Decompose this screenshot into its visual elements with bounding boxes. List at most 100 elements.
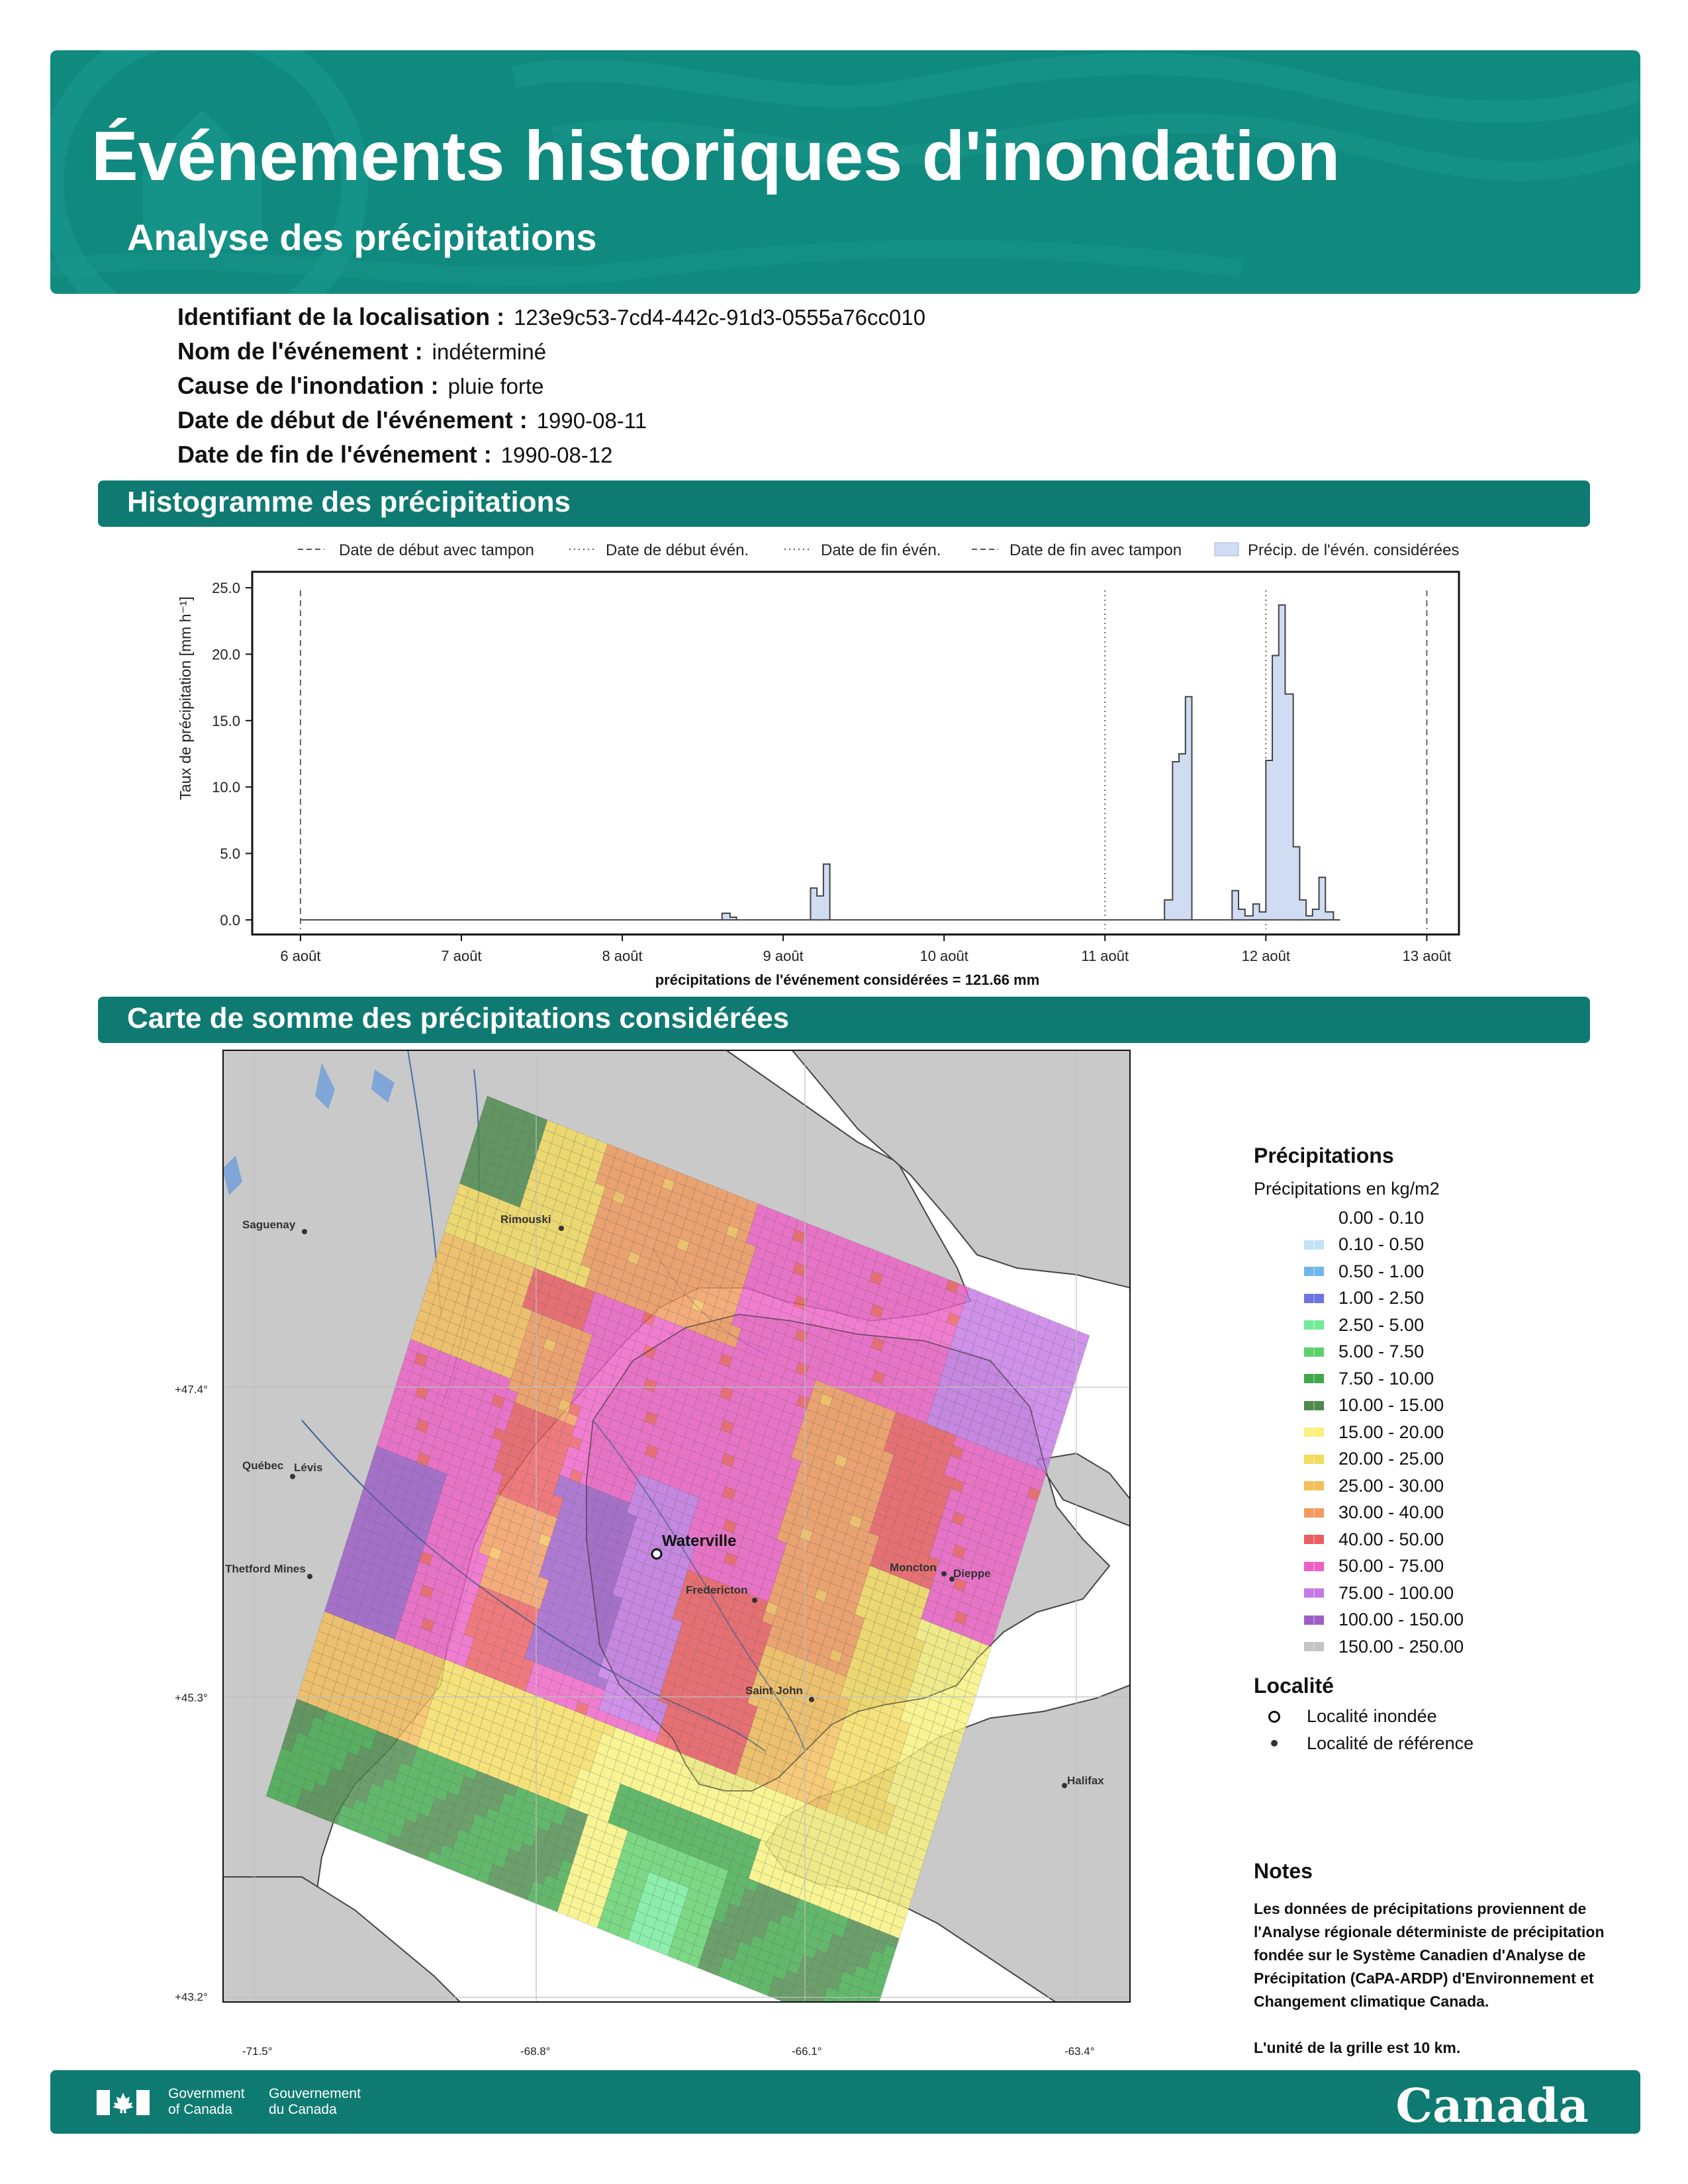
legend-label: 15.00 - 20.00 <box>1338 1422 1444 1442</box>
flooded-locality-icon <box>1268 1710 1280 1723</box>
notes-title: Notes <box>1254 1859 1313 1883</box>
info-value: indéterminé <box>432 340 547 364</box>
legend-label: 20.00 - 25.00 <box>1338 1449 1444 1469</box>
legend-label: 0.00 - 0.10 <box>1338 1207 1425 1228</box>
page-title: Événements historiques d'inondation <box>91 117 1340 195</box>
info-label: Date de fin de l'événement : <box>177 441 492 468</box>
reference-locality-dot <box>559 1226 564 1231</box>
map-legend: Précipitations Précipitations en kg/m2 0… <box>1254 1144 1624 1757</box>
precipitation-histogram: Date de début avec tampon Date de début … <box>177 541 1460 988</box>
info-row-start-date: Date de début de l'événement : 1990-08-1… <box>177 406 1303 441</box>
info-value: 123e9c53-7cd4-442c-91d3-0555a76cc010 <box>514 305 926 330</box>
notes-text: Les données de précipitations proviennen… <box>1254 1900 1605 2010</box>
legend-label: 40.00 - 50.00 <box>1338 1529 1444 1549</box>
legend-swatch <box>1304 1481 1324 1491</box>
lat-label: +47.4° <box>175 1383 208 1396</box>
info-row-end-date: Date de fin de l'événement : 1990-08-12 <box>177 441 1303 475</box>
place-rimouski: Rimouski <box>500 1213 551 1226</box>
place-moncton: Moncton <box>890 1561 937 1574</box>
legend-bins: 0.00 - 0.10 0.10 - 0.50 0.50 - 1.00 1.00 - … <box>1254 1205 1624 1661</box>
legend-label: Date de fin avec tampon <box>1009 541 1182 559</box>
legend-swatch <box>1304 1642 1324 1652</box>
place-halifax: Halifax <box>1067 1774 1104 1787</box>
legend-bin: 2.50 - 5.00 <box>1254 1312 1624 1339</box>
section-histogram-header: Histogramme des précipitations <box>98 480 1590 527</box>
reference-locality-dot <box>941 1571 947 1576</box>
info-value: 1990-08-11 <box>536 408 647 433</box>
legend-label: Localité inondée <box>1307 1706 1437 1727</box>
canada-flag-icon <box>97 2090 150 2115</box>
section-title: Histogramme des précipitations <box>127 486 571 518</box>
info-value: 1990-08-12 <box>500 443 613 467</box>
legend-bin: 0.10 - 0.50 <box>1254 1232 1624 1259</box>
y-tick-label: 20.0 <box>212 646 240 662</box>
y-tick-label: 25.0 <box>212 580 240 596</box>
legend-bin: 5.00 - 7.50 <box>1254 1339 1624 1366</box>
reference-locality-icon <box>1271 1740 1278 1747</box>
precipitation-map: Saguenay Rimouski Québec Lévis Thetford … <box>222 1050 1131 2003</box>
legend-label: 100.00 - 150.00 <box>1338 1610 1464 1630</box>
reference-locality-dot <box>290 1474 295 1479</box>
legend-bin: 50.00 - 75.00 <box>1254 1553 1624 1580</box>
legend-label: Localité de référence <box>1307 1733 1474 1753</box>
x-tick-label: 9 août <box>763 948 804 964</box>
legend-swatch <box>1304 1293 1324 1303</box>
footer: Government of Canada Gouvernement du Can… <box>50 2070 1640 2134</box>
place-quebec: Québec <box>242 1459 283 1472</box>
legend-swatch <box>1304 1615 1324 1625</box>
gov-fr-line2: du Canada <box>269 2102 337 2117</box>
legend-swatch <box>1304 1267 1324 1277</box>
gov-en-line2: of Canada <box>168 2102 232 2117</box>
legend-bin: 40.00 - 50.00 <box>1254 1526 1624 1553</box>
info-label: Date de début de l'événement : <box>177 406 528 433</box>
x-axis-label: précipitations de l'événement considérée… <box>655 972 1040 988</box>
info-row-location-id: Identifiant de la localisation : 123e9c5… <box>177 303 1303 338</box>
legend-label: 10.00 - 15.00 <box>1338 1395 1444 1416</box>
legend-label: 2.50 - 5.00 <box>1338 1314 1425 1335</box>
legend-bin: 25.00 - 30.00 <box>1254 1473 1624 1500</box>
legend-swatch-precip <box>1214 542 1239 557</box>
lat-label: +45.3° <box>175 1692 208 1704</box>
legend-swatch <box>1304 1535 1324 1545</box>
legend-label: 50.00 - 75.00 <box>1338 1556 1444 1576</box>
gov-en-line1: Government <box>168 2086 245 2101</box>
place-dieppe: Dieppe <box>953 1567 991 1580</box>
legend-label: 30.00 - 40.00 <box>1338 1502 1444 1523</box>
legend-bin: 7.50 - 10.00 <box>1254 1365 1624 1392</box>
lon-label: -68.8° <box>520 2045 551 2058</box>
legend-swatch <box>1304 1347 1324 1357</box>
x-tick-label: 10 août <box>919 948 968 964</box>
flooded-locality-marker <box>651 1548 663 1560</box>
info-row-event-name: Nom de l'événement : indéterminé <box>177 338 1303 372</box>
reference-locality-dot <box>1062 1783 1067 1788</box>
legend-locality-title: Localité <box>1254 1673 1334 1698</box>
y-tick-label: 5.0 <box>220 846 240 862</box>
y-tick-label: 0.0 <box>220 912 240 929</box>
legend-label: 5.00 - 7.50 <box>1338 1342 1425 1362</box>
x-tick-label: 11 août <box>1081 948 1129 964</box>
legend-swatch <box>1304 1240 1324 1250</box>
legend-swatch <box>1304 1428 1324 1437</box>
x-tick-label: 12 août <box>1242 948 1290 964</box>
info-label: Nom de l'événement : <box>177 338 423 365</box>
place-fredericton: Fredericton <box>686 1584 748 1596</box>
notes: Notes Les données de précipitations prov… <box>1254 1860 1624 2060</box>
legend-label: 0.10 - 0.50 <box>1338 1234 1425 1255</box>
x-tick-label: 6 août <box>280 948 320 964</box>
reference-locality-dot <box>307 1574 312 1579</box>
legend-label: 75.00 - 100.00 <box>1338 1582 1454 1603</box>
legend-swatch <box>1304 1454 1324 1464</box>
legend-bin: 100.00 - 150.00 <box>1254 1607 1624 1634</box>
reference-locality-dot <box>302 1229 307 1234</box>
legend-swatch <box>1304 1508 1324 1518</box>
precip-series-area <box>300 604 1340 921</box>
legend-bin: 0.00 - 0.10 <box>1254 1205 1624 1232</box>
x-tick-label: 7 août <box>441 948 481 964</box>
gov-fr-line1: Gouvernement <box>269 2086 361 2101</box>
legend-bin: 0.50 - 1.00 <box>1254 1258 1624 1285</box>
info-row-cause: Cause de l'inondation : pluie forte <box>177 372 1303 406</box>
canada-wordmark: Canada <box>1395 2078 1589 2133</box>
legend-bin: 20.00 - 25.00 <box>1254 1446 1624 1473</box>
legend-item-reference: Localité de référence <box>1254 1730 1624 1757</box>
legend-label: 0.50 - 1.00 <box>1338 1261 1425 1281</box>
